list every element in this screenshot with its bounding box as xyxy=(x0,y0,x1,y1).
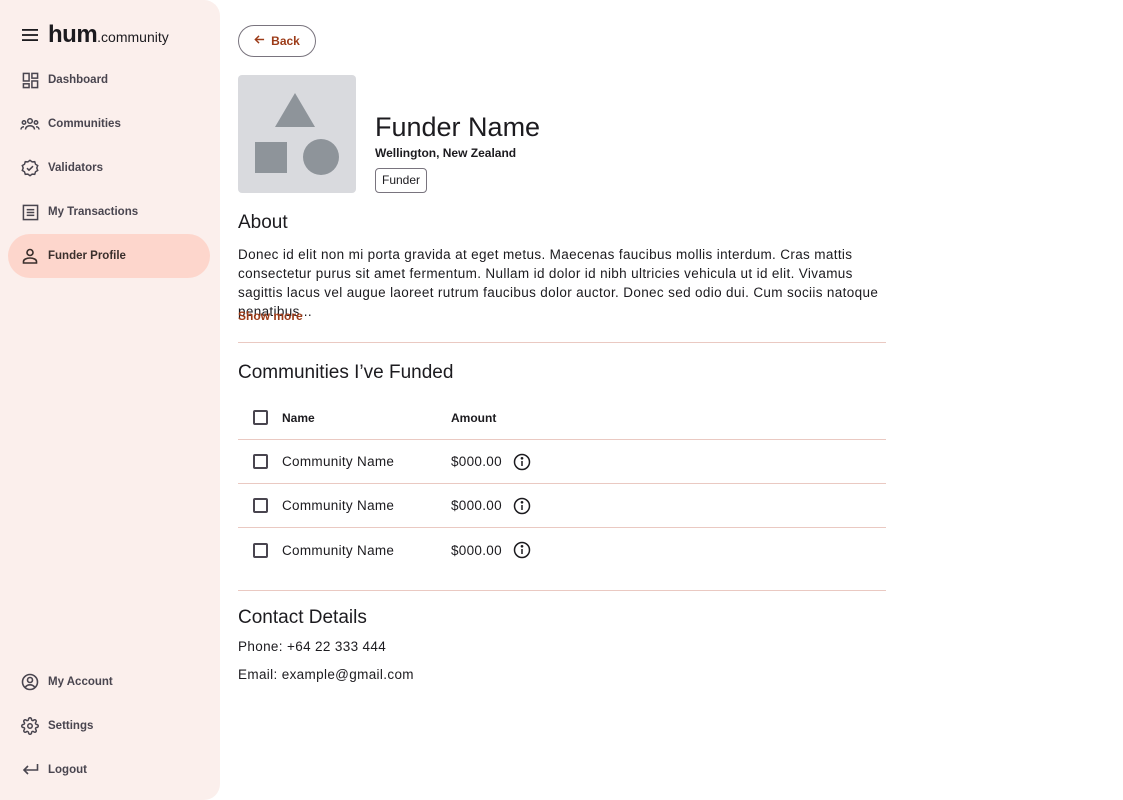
back-button-label: Back xyxy=(271,34,300,48)
receipt-list-icon xyxy=(20,202,40,222)
settings-gear-icon xyxy=(20,716,40,736)
sidebar-item-label: Funder Profile xyxy=(48,250,126,262)
table-row[interactable]: Community Name $000.00 xyxy=(238,484,886,528)
section-divider xyxy=(238,590,886,591)
sidebar-item-label: Validators xyxy=(48,162,103,174)
sidebar-item-funder-profile[interactable]: Funder Profile xyxy=(8,234,210,278)
sidebar-item-label: My Transactions xyxy=(48,206,139,218)
sidebar: hum .community Dashboard Communities Val… xyxy=(0,0,220,800)
info-icon[interactable] xyxy=(512,496,532,516)
sidebar-item-dashboard[interactable]: Dashboard xyxy=(8,58,210,102)
column-header-amount: Amount xyxy=(451,410,497,425)
sidebar-item-logout[interactable]: Logout xyxy=(8,748,210,792)
show-more-link[interactable]: Show more xyxy=(238,309,303,323)
sidebar-item-label: My Account xyxy=(48,676,113,688)
info-icon[interactable] xyxy=(512,540,532,560)
contact-phone: Phone: +64 22 333 444 xyxy=(238,639,387,654)
profile-name: Funder Name xyxy=(375,112,541,142)
community-name-cell: Community Name xyxy=(282,454,395,469)
shapes-placeholder-icon xyxy=(255,93,339,175)
table-row[interactable]: Community Name $000.00 xyxy=(238,440,886,484)
sidebar-item-communities[interactable]: Communities xyxy=(8,102,210,146)
row-checkbox[interactable] xyxy=(253,542,268,558)
sidebar-item-label: Settings xyxy=(48,720,94,732)
select-all-checkbox[interactable] xyxy=(253,410,268,425)
groups-icon xyxy=(20,114,40,134)
profile-avatar xyxy=(238,75,356,193)
arrow-left-icon xyxy=(254,32,265,50)
table-header-row: Name Amount xyxy=(238,396,886,440)
about-heading: About xyxy=(238,212,288,233)
sidebar-item-label: Communities xyxy=(48,118,121,130)
amount-cell: $000.00 xyxy=(451,498,502,513)
info-icon[interactable] xyxy=(512,452,532,472)
sidebar-item-settings[interactable]: Settings xyxy=(8,704,210,748)
row-checkbox[interactable] xyxy=(253,498,268,513)
brand-header: hum .community xyxy=(20,21,169,49)
community-name-cell: Community Name xyxy=(282,542,395,558)
section-divider xyxy=(238,342,886,343)
contact-heading: Contact Details xyxy=(238,607,367,628)
verified-badge-icon xyxy=(20,158,40,178)
role-chip: Funder xyxy=(375,168,428,193)
logo-bold: hum xyxy=(48,21,98,48)
menu-icon[interactable] xyxy=(20,25,40,45)
sidebar-item-my-transactions[interactable]: My Transactions xyxy=(8,190,210,234)
amount-cell: $000.00 xyxy=(451,542,502,558)
table-row[interactable]: Community Name $000.00 xyxy=(238,528,886,572)
logout-arrow-icon xyxy=(20,760,40,780)
row-checkbox[interactable] xyxy=(253,454,268,469)
profile-location: Wellington, New Zealand xyxy=(375,146,517,160)
sidebar-item-validators[interactable]: Validators xyxy=(8,146,210,190)
community-name-cell: Community Name xyxy=(282,498,395,513)
column-header-name: Name xyxy=(282,410,315,425)
person-icon xyxy=(20,246,40,266)
funded-communities-table: Name Amount Community Name $000.00 Commu… xyxy=(238,396,886,572)
amount-cell: $000.00 xyxy=(451,454,502,469)
contact-email: Email: example@gmail.com xyxy=(238,667,414,682)
funded-heading: Communities I’ve Funded xyxy=(238,362,454,383)
about-text: Donec id elit non mi porta gravida at eg… xyxy=(238,247,879,319)
dashboard-icon xyxy=(20,70,40,90)
sidebar-item-label: Logout xyxy=(48,764,87,776)
account-circle-icon xyxy=(20,672,40,692)
sidebar-item-label: Dashboard xyxy=(48,74,109,86)
logo[interactable]: hum .community xyxy=(48,21,169,49)
logo-suffix: .community xyxy=(97,29,169,45)
back-button[interactable]: Back xyxy=(238,25,316,57)
sidebar-item-my-account[interactable]: My Account xyxy=(8,660,210,704)
